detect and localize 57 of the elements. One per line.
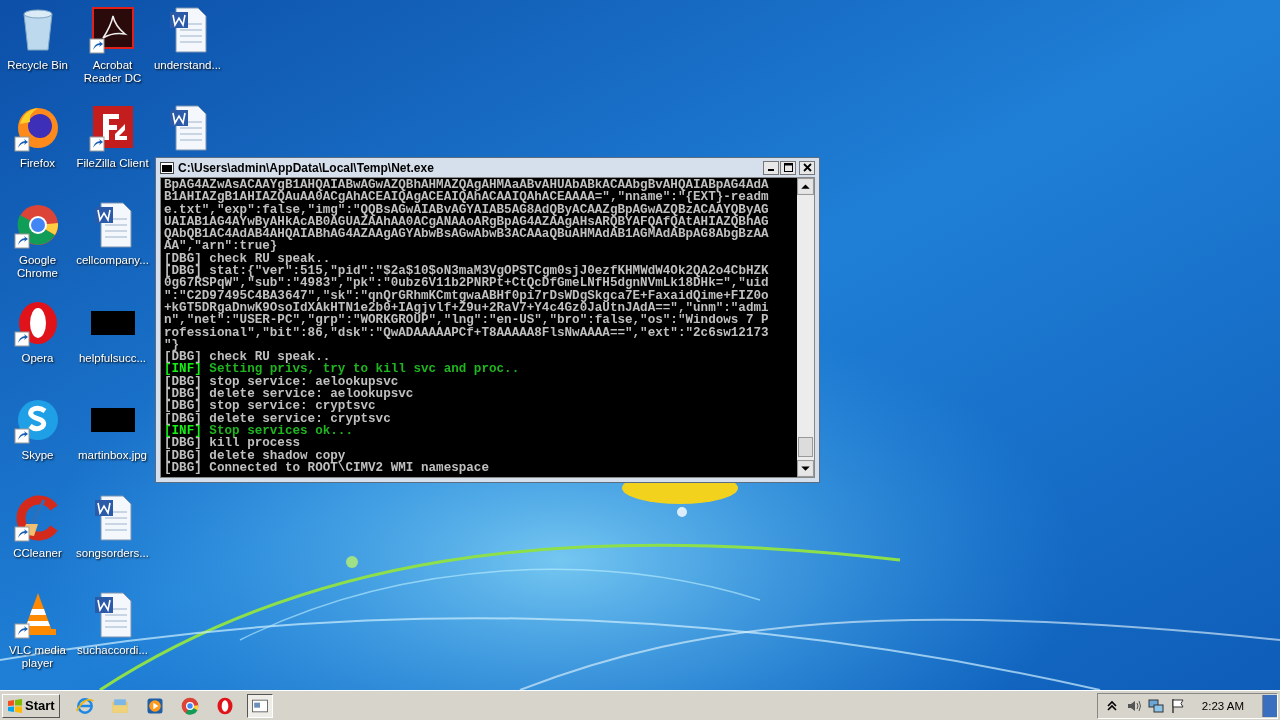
- scroll-thumb[interactable]: [798, 437, 813, 457]
- console-line: ":"C2D97495C4BA3647","sk":"qnQrGRhmKCmtgwaABHf0pi7rDsWDgSkgca7E+FaxaidQime+FIZ0o: [164, 289, 769, 302]
- console-line: [INF] Stop services ok...: [164, 424, 353, 438]
- console-line: [DBG] delete service: aelookupsvc: [164, 388, 414, 401]
- console-line: [DBG] Connected to ROOT\CIMV2 WMI namespace: [164, 461, 489, 475]
- console-line: AA","arn":true}: [164, 240, 278, 253]
- console-icon: [160, 161, 174, 174]
- console-line: BpAG4AZwAsACAAYgB1AHQAIABwAGwAZQBhAHMAZQAgAHMAaABvAHUAbABkACAAbgBvAHQAIABpAG4AdA: [164, 179, 769, 192]
- console-line: e.txt","exp":false,"img":"QQBsAGwAIABvAGYAIAB5AG8AdQByACAAZgBpAGwAZQBzACAAYQByAG: [164, 203, 769, 216]
- console-line: "}: [164, 338, 180, 352]
- desktop-icon[interactable]: martinbox.jpg: [75, 394, 150, 462]
- maximize-button[interactable]: [780, 160, 796, 175]
- desktop-icon[interactable]: Firefox: [0, 101, 75, 170]
- console-line: 0g67RSPqW","sub":"4983","pk":"0ubz6V11b2PNRPt+CtQcDfGmeLNfH5dgnNVmLk18DHk=","uid: [164, 277, 769, 290]
- desktop-icon[interactable]: Skype: [0, 394, 75, 462]
- console-line: [DBG] stat:{"ver":515,"pid":"$2a$10$oN3maM3VgOPSTCgm0sjJ0ezfKHMWdW4Ok2QA2o4CbHZK: [164, 265, 769, 278]
- console-line: QAbQB1AC4AdAB4AHQAIABhAG4AZAAgAGYAbwBsAGwAbwB3ACAAaQBuAHMAdAB1AGMAdABpAG8AbgBzAA: [164, 228, 769, 241]
- console-line: [DBG] kill process: [164, 437, 301, 450]
- console-line: [DBG] check RU speak..: [164, 351, 331, 364]
- flag-icon[interactable]: [1169, 697, 1186, 714]
- console-line: UAIAB1AG4AYwByAHkAcAB0AGUAZAAhAA0ACgANAAoARgBpAG4AZAAgAHsARQBYAFQAfQAtAHIAZQBhAG: [164, 215, 769, 229]
- desktop-icon[interactable]: FileZilla Client: [75, 101, 150, 170]
- maximize-icon: [783, 163, 793, 172]
- scroll-down-icon[interactable]: [797, 460, 814, 477]
- console-line: [DBG] stop service: cryptsvc: [164, 400, 376, 413]
- console-line: rofessional","bit":86,"dsk":"QwADAAAAAPCf+T8AAAAA8FlsNwAAAA==","ext":"2c6sw12173: [164, 326, 769, 339]
- console-line: [INF] Setting privs, try to kill svc and proc..: [164, 363, 520, 376]
- console-line: [DBG] delete shadow copy: [164, 449, 346, 462]
- desktop-icon[interactable]: CCleaner: [0, 491, 75, 560]
- desktop-icon[interactable]: cellcompany...: [75, 199, 150, 267]
- minimize-button[interactable]: [763, 160, 779, 175]
- network-icon[interactable]: [1147, 697, 1164, 714]
- chrome-logo-icon: [179, 695, 200, 716]
- desktop-icon[interactable]: songsorders...: [75, 491, 150, 560]
- desktop-icon[interactable]: VLC media player: [0, 589, 75, 670]
- scroll-up-icon[interactable]: [797, 178, 814, 195]
- desktop-icon[interactable]: helpfulsucc...: [75, 296, 150, 365]
- windows-logo-icon: [7, 697, 23, 714]
- start-button[interactable]: Start: [2, 693, 60, 718]
- close-icon: [802, 163, 812, 172]
- clock[interactable]: 2:23 AM: [1201, 699, 1244, 712]
- desktop-icon[interactable]: Google Chrome: [0, 199, 75, 280]
- console-line: +kGT5DRgaDnwK9OsoIdXAkHTN1e2b0+IAgjvlf+Z9u+2RaV7+Y4c4Gz0JaUtnJAdA==","unm":"admi: [164, 301, 769, 315]
- desktop-icon[interactable]: Acrobat Reader DC: [75, 4, 150, 85]
- desktop-icon[interactable]: suchaccordi...: [75, 589, 150, 657]
- console-line: [DBG] delete service: cryptsvc: [164, 412, 391, 425]
- window-title: C:\Users\admin\AppData\Local\Temp\Net.exe: [178, 160, 434, 175]
- desktop-icon[interactable]: Opera: [0, 296, 75, 365]
- console-line: B1AHIAZgB1AHIAZQAuAA0ACgAhACEAIQAgACEAIQAhACAAIQAhACEAAAA=","nname":"{EXT}-readm: [164, 191, 769, 204]
- desktop-icon[interactable]: Recycle Bin: [0, 4, 75, 72]
- taskbar-button[interactable]: [246, 693, 273, 718]
- close-button[interactable]: [799, 160, 815, 175]
- console-line: n","net":"USER-PC","grp":"WORKGROUP","lng":"en-US","bro":false,"os":"Windows 7 P: [164, 314, 769, 327]
- desktop-icon[interactable]: understand...: [150, 4, 225, 72]
- ie-logo-icon: [74, 695, 95, 716]
- show-desktop-button[interactable]: [1262, 694, 1277, 717]
- scrollbar[interactable]: [797, 178, 814, 477]
